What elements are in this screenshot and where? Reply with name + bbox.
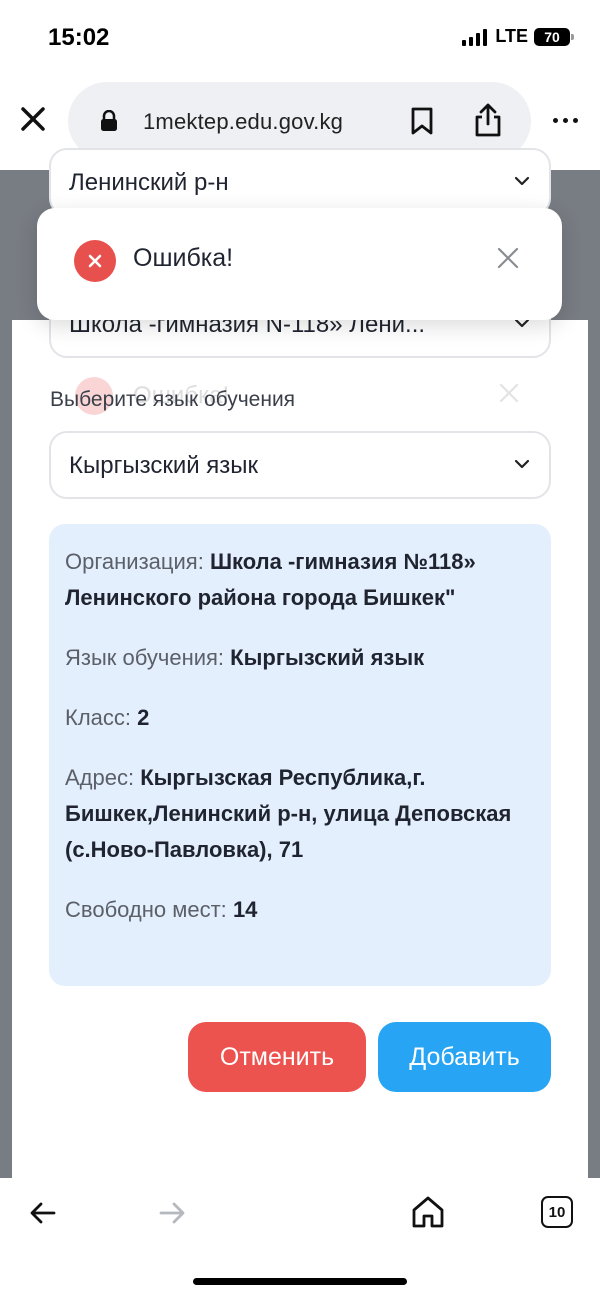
- url-text: 1mektep.edu.gov.kg: [143, 109, 344, 134]
- district-select[interactable]: Ленинский р-н: [49, 148, 551, 216]
- forward-arrow-icon[interactable]: [157, 1198, 187, 1233]
- language-label: Выберите язык обучения: [50, 388, 296, 411]
- tabs-icon[interactable]: 10: [541, 1196, 573, 1228]
- district-select-value: Ленинский р-н: [69, 169, 229, 196]
- info-address: Адрес: Кыргызская Республика,г. Бишкек,Л…: [65, 760, 535, 868]
- status-indicators: LTE 70: [462, 26, 574, 47]
- battery-icon: 70: [534, 27, 574, 46]
- info-address-label: Адрес:: [65, 765, 135, 790]
- error-toast: Ошибка!: [37, 208, 562, 320]
- status-time: 15:02: [48, 24, 110, 51]
- school-info-card: Организация: Школа -гимназия №118» Ленин…: [49, 524, 551, 986]
- chevron-down-icon: [513, 457, 531, 475]
- status-bar: 15:02 LTE 70: [0, 0, 600, 80]
- toast-message: Ошибка!: [133, 244, 234, 272]
- error-icon: [74, 240, 116, 282]
- language-select[interactable]: Кыргызский язык: [49, 431, 551, 499]
- info-class: Класс: 2: [65, 700, 535, 736]
- info-seats-value: 14: [232, 897, 258, 922]
- info-organization: Организация: Школа -гимназия №118» Ленин…: [65, 544, 535, 616]
- info-class-value: 2: [137, 705, 150, 730]
- close-icon[interactable]: [496, 246, 520, 275]
- lock-icon: [100, 109, 118, 137]
- bookmark-icon[interactable]: [410, 106, 434, 141]
- more-icon[interactable]: [553, 118, 578, 123]
- info-class-label: Класс:: [65, 705, 131, 730]
- cancel-button[interactable]: Отменить: [188, 1022, 366, 1092]
- home-indicator: [193, 1278, 407, 1285]
- info-seats-label: Свободно мест:: [65, 897, 227, 922]
- share-icon[interactable]: [473, 102, 503, 143]
- language-select-value: Кыргызский язык: [69, 452, 259, 479]
- back-arrow-icon[interactable]: [28, 1198, 58, 1233]
- add-button[interactable]: Добавить: [378, 1022, 551, 1092]
- battery-level: 70: [544, 28, 560, 45]
- info-language: Язык обучения: Кыргызский язык: [65, 640, 535, 676]
- info-lang-label: Язык обучения:: [65, 645, 225, 670]
- info-seats: Свободно мест: 14: [65, 892, 535, 928]
- home-icon[interactable]: [410, 1194, 446, 1235]
- close-icon: [498, 382, 520, 409]
- signal-icon: [462, 28, 488, 46]
- info-lang-value: Кыргызский язык: [230, 645, 425, 670]
- browser-toolbar: 10: [0, 1178, 600, 1297]
- close-icon[interactable]: [18, 104, 48, 134]
- info-org-label: Организация:: [65, 549, 204, 574]
- network-type: LTE: [495, 26, 528, 46]
- chevron-down-icon: [513, 174, 531, 192]
